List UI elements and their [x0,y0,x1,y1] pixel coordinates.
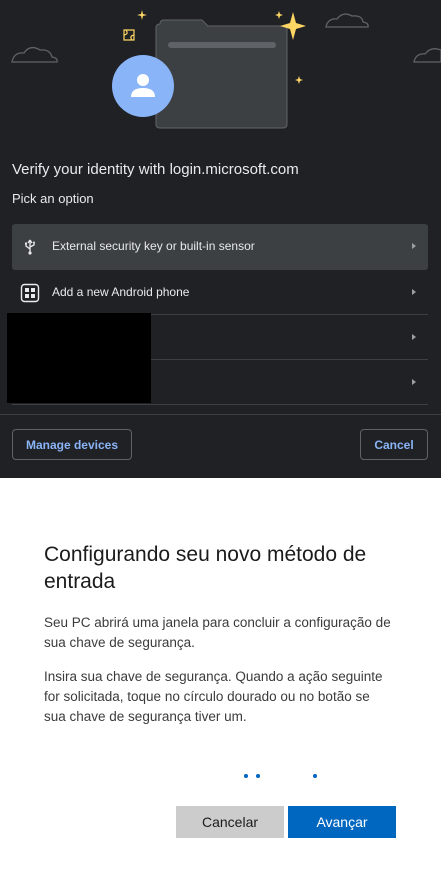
cloud-right [413,48,441,63]
dialog-subtitle: Pick an option [12,191,94,206]
sparkle-small-icon [137,10,147,20]
option-label: External security key or built-in sensor [52,239,255,253]
dialog-divider [0,414,441,415]
folder-shape [155,19,288,129]
progress-dot [256,774,260,778]
qr-phone-icon [20,283,40,303]
folder-illustration [11,10,441,129]
avatar-head [137,74,149,86]
usb-icon [25,239,35,255]
pane-paragraph-1: Seu PC abrirá uma janela para concluir a… [44,615,391,650]
option-security-key[interactable]: External security key or built-in sensor [12,224,428,270]
option-label: Add a new Android phone [52,285,190,299]
folder-line [168,42,276,48]
sparkle-tiny-icon [295,76,303,84]
pane-heading: Configurando seu novo método de entrada [44,543,367,593]
redaction-block [7,313,151,403]
progress-dot [313,774,317,778]
chevron-right-icon [412,379,416,385]
cloud-top-right [325,13,369,28]
cancelar-button[interactable]: Cancelar [176,806,284,838]
pane-paragraph-2: Insira sua chave de segurança. Quando a … [44,669,383,724]
chevron-right-icon [412,334,416,340]
avancar-button[interactable]: Avançar [288,806,396,838]
dialog-title: Verify your identity with login.microsof… [12,161,299,178]
chevron-right-icon [412,289,416,295]
sparkle-tiny-icon [275,11,283,19]
sparkle-outline-icon [123,29,135,41]
passkey-dialog: Verify your identity with login.microsof… [0,0,441,478]
progress-dot [244,774,248,778]
option-android-phone[interactable]: Add a new Android phone [12,270,428,315]
cloud-left [11,46,58,63]
windows-hello-pane: Configurando seu novo método de entrada … [0,478,441,878]
hero-illustration [0,0,441,142]
cancel-button[interactable]: Cancel [360,429,428,460]
chevron-right-icon [412,243,416,249]
manage-devices-button[interactable]: Manage devices [12,429,132,460]
